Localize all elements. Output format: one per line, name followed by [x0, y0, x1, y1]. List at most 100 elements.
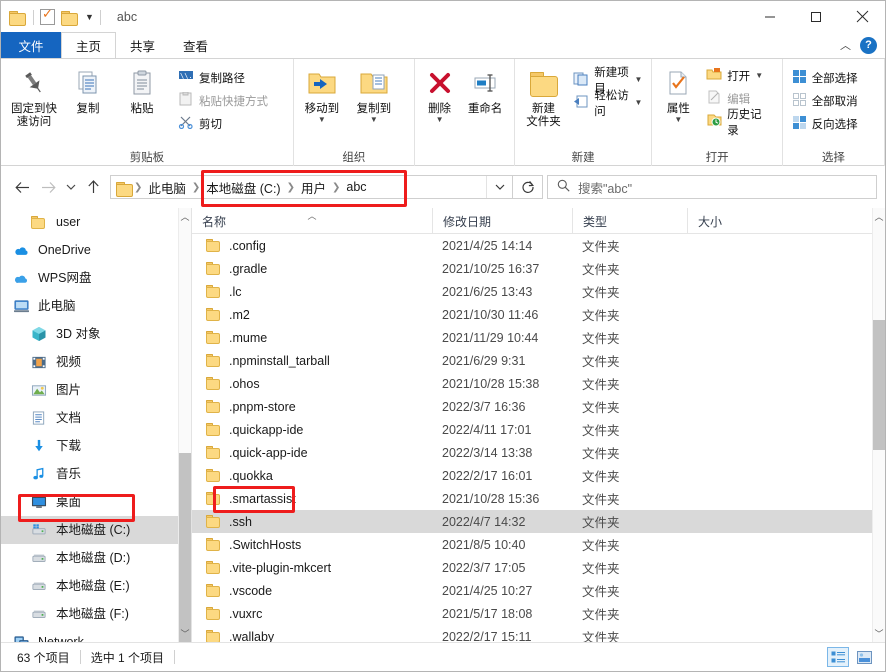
breadcrumb-item-this-pc[interactable]: 此电脑 — [143, 178, 191, 197]
table-row[interactable]: .quickapp-ide 2022/4/11 17:01 文件夹 — [192, 418, 872, 441]
address-dropdown-button[interactable] — [486, 176, 512, 198]
search-input[interactable]: 搜索"abc" — [578, 178, 632, 197]
chevron-down-icon[interactable]: ▼ — [85, 12, 94, 22]
table-row[interactable]: .vuxrc 2021/5/17 18:08 文件夹 — [192, 602, 872, 625]
nav-scrollbar[interactable]: ︿ ﹀ — [178, 208, 191, 642]
table-row[interactable]: .config 2021/4/25 14:14 文件夹 — [192, 234, 872, 257]
sidebar-item-6[interactable]: 图片 — [1, 376, 178, 404]
sidebar-item-11[interactable]: 本地磁盘 (C:) — [1, 516, 178, 544]
select-none-button[interactable]: 全部取消 — [789, 90, 861, 111]
paste-shortcut-button[interactable]: 粘贴快捷方式 — [175, 90, 271, 111]
tab-file[interactable]: 文件 — [1, 32, 61, 58]
table-row[interactable]: .npminstall_tarball 2021/6/29 9:31 文件夹 — [192, 349, 872, 372]
minimize-icon[interactable] — [747, 1, 793, 32]
copy-to-button[interactable]: 复制到 ▼ — [348, 63, 400, 124]
table-row[interactable]: .gradle 2021/10/25 16:37 文件夹 — [192, 257, 872, 280]
open-button[interactable]: 打开 ▼ — [703, 65, 776, 86]
chevron-down-icon[interactable]: ▼ — [635, 75, 643, 84]
table-row[interactable]: .vscode 2021/4/25 10:27 文件夹 — [192, 579, 872, 602]
refresh-button[interactable] — [513, 175, 543, 199]
new-folder-button[interactable]: 新建 文件夹 — [521, 63, 566, 129]
table-row[interactable]: .pnpm-store 2022/3/7 16:36 文件夹 — [192, 395, 872, 418]
details-view-icon[interactable] — [827, 647, 849, 667]
table-row[interactable]: .quokka 2022/2/17 16:01 文件夹 — [192, 464, 872, 487]
table-row[interactable]: .ssh 2022/4/7 14:32 文件夹 — [192, 510, 872, 533]
scroll-down-icon[interactable]: ﹀ — [873, 625, 885, 642]
copy-button[interactable]: 复制 — [61, 63, 115, 116]
sidebar-item-5[interactable]: 视频 — [1, 348, 178, 376]
scroll-up-icon[interactable]: ︿ — [179, 208, 191, 225]
table-row[interactable]: .m2 2021/10/30 11:46 文件夹 — [192, 303, 872, 326]
column-type[interactable]: 类型 — [572, 208, 687, 234]
sidebar-item-13[interactable]: 本地磁盘 (E:) — [1, 572, 178, 600]
sidebar-item-8[interactable]: 下载 — [1, 432, 178, 460]
table-row[interactable]: .quick-app-ide 2022/3/14 13:38 文件夹 — [192, 441, 872, 464]
sidebar-item-7[interactable]: 文档 — [1, 404, 178, 432]
table-row[interactable]: .smartassist 2021/10/28 15:36 文件夹 — [192, 487, 872, 510]
nav-scroll-track[interactable] — [179, 225, 191, 642]
file-scroll-thumb[interactable] — [873, 320, 885, 450]
collapse-ribbon-icon[interactable]: ︿ — [840, 37, 851, 53]
breadcrumb-item-users[interactable]: 用户 — [296, 178, 331, 197]
recent-locations-button[interactable] — [61, 174, 80, 200]
chevron-down-icon[interactable]: ▼ — [318, 116, 326, 124]
tab-share[interactable]: 共享 — [116, 32, 169, 58]
sidebar-item-3[interactable]: 此电脑 — [1, 292, 178, 320]
invert-selection-button[interactable]: 反向选择 — [789, 113, 861, 134]
scroll-down-icon[interactable]: ﹀ — [179, 625, 191, 642]
tab-home[interactable]: 主页 — [61, 32, 117, 58]
breadcrumb-item-abc[interactable]: abc — [341, 180, 371, 194]
select-all-button[interactable]: 全部选择 — [789, 67, 861, 88]
cut-button[interactable]: 剪切 — [175, 113, 271, 134]
table-row[interactable]: .vite-plugin-mkcert 2022/3/7 17:05 文件夹 — [192, 556, 872, 579]
scroll-up-icon[interactable]: ︿ — [873, 208, 885, 225]
sidebar-item-2[interactable]: WPS网盘 — [1, 264, 178, 292]
large-icons-view-icon[interactable] — [853, 647, 875, 667]
help-icon[interactable]: ? — [860, 36, 877, 54]
pin-to-quick-access-button[interactable]: 固定到快 速访问 — [7, 63, 61, 129]
properties-button[interactable]: 属性 ▼ — [657, 63, 699, 124]
sidebar-item-15[interactable]: Network — [1, 628, 178, 642]
easy-access-button[interactable]: 轻松访问 ▼ — [570, 90, 645, 118]
sidebar-item-14[interactable]: 本地磁盘 (F:) — [1, 600, 178, 628]
sidebar-item-9[interactable]: 音乐 — [1, 460, 178, 488]
sidebar-item-0[interactable]: user — [1, 208, 178, 236]
breadcrumb-bar[interactable]: ❯ 此电脑 ❯ 本地磁盘 (C:) ❯ 用户 ❯ abc — [110, 175, 513, 199]
table-row[interactable]: .SwitchHosts 2021/8/5 10:40 文件夹 — [192, 533, 872, 556]
copy-path-button[interactable]: \\.. 复制路径 — [175, 67, 271, 88]
chevron-down-icon[interactable]: ▼ — [755, 71, 763, 80]
chevron-down-icon[interactable]: ▼ — [635, 98, 643, 107]
up-button[interactable] — [80, 174, 106, 200]
history-button[interactable]: 历史记录 — [703, 109, 776, 137]
forward-button[interactable] — [35, 174, 61, 200]
table-row[interactable]: .lc 2021/6/25 13:43 文件夹 — [192, 280, 872, 303]
delete-button[interactable]: 删除 ▼ — [417, 63, 463, 124]
breadcrumb-item-c-drive[interactable]: 本地磁盘 (C:) — [201, 178, 285, 197]
paste-button[interactable]: 粘贴 — [115, 63, 169, 116]
back-button[interactable] — [9, 174, 35, 200]
file-list-scrollbar[interactable]: ︿ ﹀ — [872, 208, 885, 642]
maximize-icon[interactable] — [793, 1, 839, 32]
table-row[interactable]: .ohos 2021/10/28 15:38 文件夹 — [192, 372, 872, 395]
column-name[interactable]: 名称 ︿ — [192, 208, 432, 234]
chevron-down-icon[interactable]: ▼ — [370, 116, 378, 124]
file-scroll-track[interactable] — [873, 225, 885, 625]
sidebar-item-10[interactable]: 桌面 — [1, 488, 178, 516]
column-size[interactable]: 大小 — [687, 208, 792, 234]
column-date[interactable]: 修改日期 — [432, 208, 572, 234]
table-row[interactable]: .wallaby 2022/2/17 15:11 文件夹 — [192, 625, 872, 642]
chevron-down-icon[interactable]: ▼ — [674, 116, 682, 124]
sidebar-item-12[interactable]: 本地磁盘 (D:) — [1, 544, 178, 572]
nav-scroll-thumb[interactable] — [179, 453, 191, 642]
chevron-down-icon[interactable]: ▼ — [436, 116, 444, 124]
close-icon[interactable] — [839, 1, 885, 32]
move-to-button[interactable]: 移动到 ▼ — [296, 63, 348, 124]
properties-check-icon[interactable] — [40, 7, 55, 25]
rename-button[interactable]: 重命名 — [462, 63, 508, 116]
sidebar-item-1[interactable]: OneDrive — [1, 236, 178, 264]
new-folder-icon[interactable] — [61, 8, 79, 26]
tab-view[interactable]: 查看 — [169, 32, 222, 58]
search-box[interactable]: 搜索"abc" — [547, 175, 877, 199]
sidebar-item-4[interactable]: 3D 对象 — [1, 320, 178, 348]
table-row[interactable]: .mume 2021/11/29 10:44 文件夹 — [192, 326, 872, 349]
